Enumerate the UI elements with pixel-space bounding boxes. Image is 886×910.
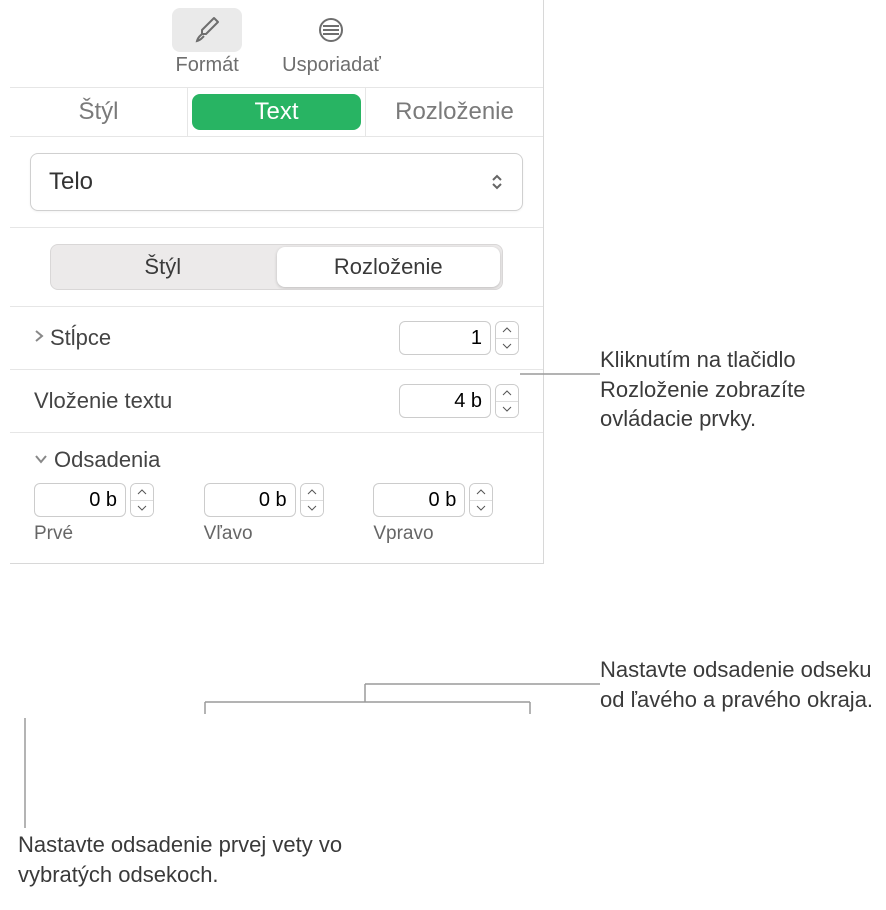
indent-first-label: Prvé [34,523,180,545]
stepper-up-icon[interactable] [496,322,518,339]
paragraph-style-section: Telo [10,137,543,228]
text-inset-label: Vloženie textu [34,388,172,414]
stepper-up-icon[interactable] [131,484,153,501]
callout-first-indent: Nastavte odsadenie prvej vety vo vybratý… [18,830,358,889]
columns-label: Stĺpce [50,325,111,351]
main-tab-layout-label: Rozloženie [395,98,514,125]
indent-right: Vpravo [373,483,519,545]
chevron-right-icon[interactable] [34,329,44,348]
stepper-down-icon[interactable] [131,501,153,517]
top-toolbar: Formát Usporiadať [10,0,543,88]
columns-stepper [399,321,519,355]
indent-left-input[interactable] [204,483,296,517]
tab-format[interactable]: Formát [172,8,242,77]
columns-stepper-buttons[interactable] [495,321,519,355]
callout-line-first [24,718,26,828]
subtab-layout[interactable]: Rozloženie [277,247,501,287]
main-tab-text-label: Text [254,98,298,125]
text-inset-input[interactable] [399,384,491,418]
main-tab-text[interactable]: Text [187,88,365,136]
indent-left-label: Vľavo [204,523,350,545]
stepper-up-icon[interactable] [470,484,492,501]
main-tab-style-label: Štýl [78,98,118,125]
stepper-down-icon[interactable] [301,501,323,517]
indent-first-input[interactable] [34,483,126,517]
subtab-style[interactable]: Štýl [51,245,275,289]
callout-line [520,373,600,375]
format-inspector-panel: Formát Usporiadať Štýl Text Rozloženie T… [10,0,544,564]
callout-lr-indent: Nastavte odsadenie odseku od ľavého a pr… [600,655,875,714]
text-inset-stepper [399,384,519,418]
indent-right-label: Vpravo [373,523,519,545]
main-tab-style[interactable]: Štýl [10,88,187,136]
tab-arrange-label: Usporiadať [282,54,381,77]
indent-right-input[interactable] [373,483,465,517]
columns-input[interactable] [399,321,491,355]
tab-format-label: Formát [172,54,242,77]
main-tab-layout[interactable]: Rozloženie [365,88,543,136]
stepper-up-icon[interactable] [496,385,518,402]
callout-bracket-lr [205,684,605,744]
paragraph-style-select[interactable]: Telo [30,153,523,211]
text-subtabs: Štýl Rozloženie [10,228,543,307]
paragraph-style-value: Telo [49,168,93,196]
indent-left-stepper[interactable] [300,483,324,517]
brush-icon [172,8,242,52]
stepper-down-icon[interactable] [470,501,492,517]
text-inset-stepper-buttons[interactable] [495,384,519,418]
indent-first: Prvé [34,483,180,545]
indents-section: Odsadenia Prvé [10,433,543,553]
chevron-updown-icon [490,173,504,191]
callout-layout-button: Kliknutím na tlačidlo Rozloženie zobrazí… [600,345,880,434]
stepper-down-icon[interactable] [496,339,518,355]
stepper-down-icon[interactable] [496,402,518,418]
chevron-down-icon[interactable] [34,451,48,469]
indent-left: Vľavo [204,483,350,545]
tab-arrange[interactable]: Usporiadať [282,8,381,77]
segmented-control: Štýl Rozloženie [50,244,503,290]
indent-first-stepper[interactable] [130,483,154,517]
main-tabs: Štýl Text Rozloženie [10,88,543,137]
arrange-icon [296,8,366,52]
indent-right-stepper[interactable] [469,483,493,517]
columns-row: Stĺpce [10,307,543,370]
text-inset-row: Vloženie textu [10,370,543,433]
indents-label: Odsadenia [54,447,160,473]
stepper-up-icon[interactable] [301,484,323,501]
